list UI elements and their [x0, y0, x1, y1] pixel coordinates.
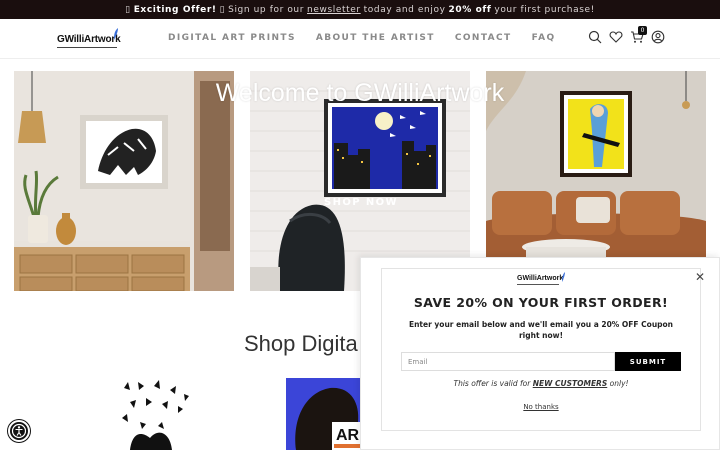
newsletter-popup: ✕ GWilliArtwork SAVE 20% ON YOUR FIRST O…: [360, 257, 720, 450]
accessibility-button[interactable]: [8, 420, 30, 442]
popup-offer-note: This offer is valid for NEW CUSTOMERS on…: [361, 379, 720, 388]
announcement-discount: 20% off: [448, 4, 492, 15]
cart-count-badge: 0: [638, 26, 647, 35]
popup-subtext: Enter your email below and we'll email y…: [408, 320, 674, 340]
logo-underline: [57, 47, 117, 48]
newsletter-link[interactable]: newsletter: [307, 5, 361, 15]
accessibility-icon: [11, 423, 27, 439]
offer-text-before: This offer is valid for: [453, 379, 531, 388]
nav-faq[interactable]: FAQ: [532, 33, 556, 43]
offer-text-after: only!: [609, 379, 629, 388]
account-icon[interactable]: [651, 29, 665, 44]
announcement-text-middle: today and enjoy: [363, 4, 446, 15]
shop-section-title: Shop Digita: [244, 331, 358, 356]
announcement-exciting: Exciting Offer!: [133, 4, 217, 15]
site-header: GWilliArtwork DIGITAL ART PRINTS ABOUT T…: [0, 19, 720, 59]
nav-about-the-artist[interactable]: ABOUT THE ARTIST: [316, 33, 435, 43]
search-icon[interactable]: [588, 29, 602, 44]
close-icon[interactable]: ✕: [695, 270, 705, 284]
logo-text: GWilliArtwork: [57, 34, 121, 45]
submit-button[interactable]: SUBMIT: [615, 352, 681, 371]
gift-icon: ▯: [219, 4, 226, 15]
popup-logo-text: GWilliArtwork: [517, 275, 564, 282]
product-thumbnail-ink-birds[interactable]: [110, 378, 224, 450]
shop-now-button[interactable]: SHOP NOW: [318, 191, 404, 213]
site-logo[interactable]: GWilliArtwork: [57, 28, 129, 52]
email-field[interactable]: Email: [401, 352, 615, 371]
popup-logo: GWilliArtwork: [517, 272, 567, 288]
offer-new-customers: NEW CUSTOMERS: [532, 379, 608, 388]
announcement-bar: ▯ Exciting Offer! ▯ Sign up for our newsl…: [0, 0, 720, 19]
feather-icon: [114, 28, 118, 40]
svg-text:AR: AR: [336, 427, 360, 444]
main-nav: DIGITAL ART PRINTS ABOUT THE ARTIST CONT…: [168, 33, 556, 43]
gift-icon: ▯: [125, 4, 131, 15]
popup-logo-underline: [517, 284, 559, 285]
popup-headline: SAVE 20% ON YOUR FIRST ORDER!: [413, 295, 669, 310]
header-icons: 0: [588, 26, 665, 44]
hero-title: Welcome to GWilliArtwork: [215, 79, 505, 107]
announcement-text-before: Sign up for our: [228, 4, 305, 15]
cart-icon[interactable]: 0: [630, 26, 647, 43]
nav-contact[interactable]: CONTACT: [455, 33, 512, 43]
heart-icon[interactable]: [609, 29, 623, 43]
announcement-text-after: your first purchase!: [494, 4, 595, 15]
nav-digital-art-prints[interactable]: DIGITAL ART PRINTS: [168, 33, 296, 43]
no-thanks-link[interactable]: No thanks: [361, 403, 720, 411]
feather-icon: [562, 272, 565, 282]
